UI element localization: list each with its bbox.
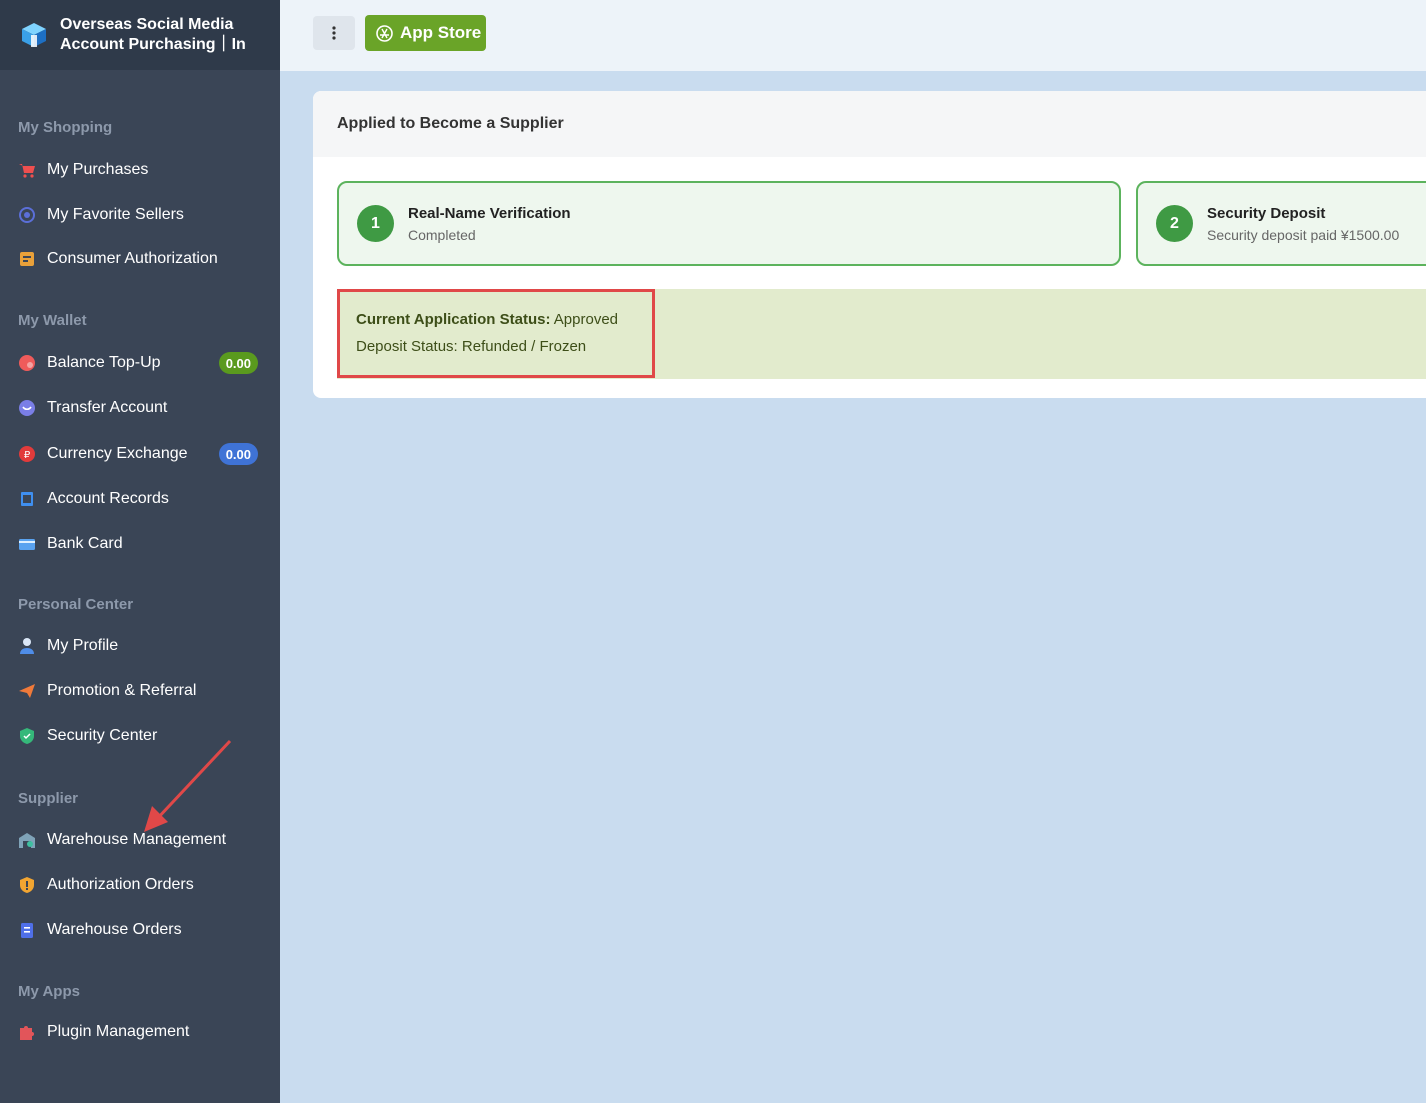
deposit-status-value: Refunded / Frozen <box>461 338 587 355</box>
sidebar-item-label: My Purchases <box>47 161 149 178</box>
badge-icon <box>18 876 36 894</box>
status-bar: Current Application Status: Approved Dep… <box>337 289 1426 379</box>
status-highlight-box: Current Application Status: Approved Dep… <box>337 289 655 378</box>
brand-title: Overseas Social Media Account Purchasing… <box>60 16 246 53</box>
shield-icon <box>18 727 36 745</box>
app-store-button[interactable]: App Store <box>365 15 486 51</box>
sidebar-item-promotion-referral[interactable]: Promotion & Referral <box>0 671 280 711</box>
sidebar-item-label: My Favorite Sellers <box>47 206 184 223</box>
supplier-application-panel: Applied to Become a Supplier 1 Real-Name… <box>313 91 1426 398</box>
records-icon <box>18 490 36 508</box>
sidebar-item-label: Authorization Orders <box>47 876 194 893</box>
app-store-label: App Store <box>400 23 482 42</box>
clipboard-icon <box>18 921 36 939</box>
sidebar-item-label: Bank Card <box>47 535 123 552</box>
more-menu-button[interactable] <box>313 16 355 50</box>
deposit-status-line: Deposit Status: Refunded / Frozen <box>356 338 586 355</box>
authorization-icon <box>18 250 36 268</box>
transfer-icon <box>18 399 36 417</box>
sidebar-item-plugin-management[interactable]: Plugin Management <box>0 1012 280 1052</box>
section-my-apps: My Apps <box>18 983 80 1000</box>
step-title: Real-Name Verification <box>408 205 571 222</box>
sidebar-item-my-purchases[interactable]: My Purchases <box>0 150 280 190</box>
sidebar-item-label: Promotion & Referral <box>47 682 197 699</box>
logo-icon <box>22 23 46 47</box>
application-status-value: Approved <box>553 311 619 328</box>
target-icon <box>18 206 36 224</box>
sidebar-item-label: Warehouse Orders <box>47 921 182 938</box>
sidebar-item-authorization-orders[interactable]: Authorization Orders <box>0 865 280 905</box>
sidebar-item-balance-topup[interactable]: Balance Top-Up 0.00 <box>0 343 280 383</box>
sidebar-item-label: Consumer Authorization <box>47 250 218 267</box>
deposit-status-label: Deposit Status: <box>356 338 458 355</box>
warehouse-icon <box>18 831 36 849</box>
app-store-icon <box>376 24 393 42</box>
step-number: 2 <box>1156 205 1193 242</box>
sidebar-item-account-records[interactable]: Account Records <box>0 479 280 519</box>
step-number: 1 <box>357 205 394 242</box>
sidebar-item-currency-exchange[interactable]: ₽ Currency Exchange 0.00 <box>0 434 280 474</box>
exchange-badge: 0.00 <box>218 443 258 465</box>
sidebar-item-bank-card[interactable]: Bank Card <box>0 524 280 564</box>
sidebar-item-transfer-account[interactable]: Transfer Account <box>0 388 280 428</box>
annotation-arrow-icon <box>144 739 232 832</box>
step-real-name-verification: 1 Real-Name Verification Completed <box>337 181 1121 266</box>
balance-badge: 0.00 <box>218 352 258 374</box>
topbar: App Store <box>280 0 1426 71</box>
application-status-line: Current Application Status: Approved <box>356 311 618 328</box>
topup-icon <box>18 354 36 372</box>
sidebar-item-consumer-authorization[interactable]: Consumer Authorization <box>0 239 280 279</box>
step-security-deposit: 2 Security Deposit Security deposit paid… <box>1136 181 1426 266</box>
cart-icon <box>18 161 36 179</box>
panel-title: Applied to Become a Supplier <box>313 91 1426 157</box>
brand-header[interactable]: Overseas Social Media Account Purchasing… <box>0 0 280 70</box>
exchange-icon: ₽ <box>18 445 36 463</box>
step-desc: Security deposit paid ¥1500.00 <box>1207 227 1400 243</box>
sidebar-item-label: Transfer Account <box>47 399 168 416</box>
sidebar: Overseas Social Media Account Purchasing… <box>0 0 280 1103</box>
paper-plane-icon <box>18 682 36 700</box>
puzzle-icon <box>18 1023 36 1041</box>
section-personal-center: Personal Center <box>18 596 134 613</box>
section-supplier: Supplier <box>18 790 79 807</box>
sidebar-item-label: Balance Top-Up <box>47 354 161 371</box>
step-desc: Completed <box>408 227 476 243</box>
sidebar-item-label: Account Records <box>47 490 169 507</box>
bank-card-icon <box>18 535 36 553</box>
application-status-label: Current Application Status: <box>356 311 551 328</box>
user-icon <box>18 637 36 655</box>
sidebar-item-label: My Profile <box>47 637 119 654</box>
sidebar-item-warehouse-orders[interactable]: Warehouse Orders <box>0 910 280 950</box>
section-my-wallet: My Wallet <box>18 312 87 329</box>
sidebar-item-my-profile[interactable]: My Profile <box>0 626 280 666</box>
vertical-dots-icon <box>332 26 336 40</box>
section-my-shopping: My Shopping <box>18 119 113 136</box>
sidebar-item-favorite-sellers[interactable]: My Favorite Sellers <box>0 195 280 235</box>
sidebar-item-label: Plugin Management <box>47 1023 190 1040</box>
sidebar-item-label: Currency Exchange <box>47 445 188 462</box>
step-title: Security Deposit <box>1207 205 1326 222</box>
svg-text:₽: ₽ <box>24 450 31 461</box>
